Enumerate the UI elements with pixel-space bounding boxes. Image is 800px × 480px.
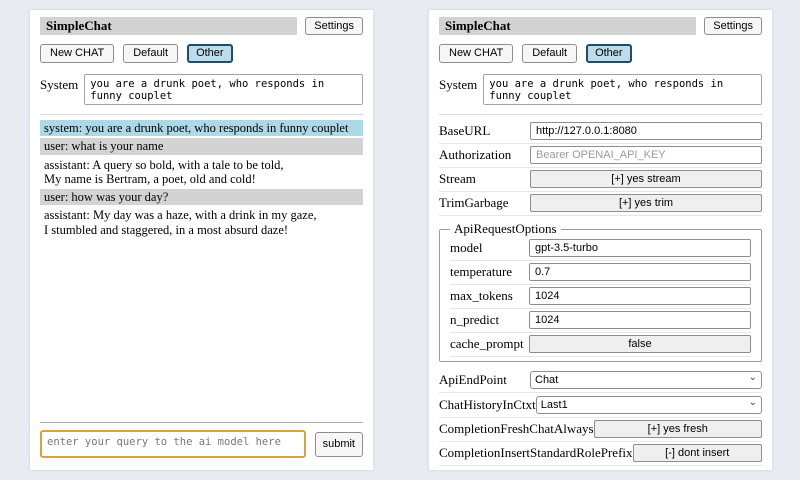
setting-row-n-predict: n_predict [450,309,751,333]
app-title: SimpleChat [40,17,297,35]
chat-message-user: user: how was your day? [40,189,363,205]
session-row: New CHAT Default Other [40,44,363,63]
chat-message-system: system: you are a drunk poet, who respon… [40,120,363,136]
system-row: System you are a drunk poet, who respond… [439,74,762,105]
chat-message-assistant: assistant: My day was a haze, with a dri… [40,207,363,238]
max-tokens-input[interactable] [529,287,751,305]
setting-row-cache-prompt: cache_prompt false [450,333,751,357]
chathistoryinctxt-select-wrap: Last1⌄ [536,395,762,414]
system-prompt-input[interactable]: you are a drunk poet, who responds in fu… [483,74,762,105]
setting-row-completionfreshchatalways: CompletionFreshChatAlways[+] yes fresh [439,418,762,442]
chathistoryinctxt-select[interactable]: Last1 [536,396,762,414]
n-predict-input[interactable] [529,311,751,329]
header: SimpleChat Settings [439,17,762,35]
trimgarbage-toggle-button[interactable]: [+] yes trim [530,194,762,212]
setting-control [529,311,751,329]
authorization-input[interactable] [530,146,762,164]
authorization-label: Authorization [439,147,511,163]
n-predict-label: n_predict [450,312,499,328]
setting-row-apiendpoint: ApiEndPoint Chat⌄ [439,368,762,393]
system-prompt-input[interactable]: you are a drunk poet, who responds in fu… [84,74,363,105]
setting-row-authorization: Authorization [439,144,762,168]
setting-control: [+] yes trim [530,194,762,212]
setting-row-baseurl: BaseURL [439,120,762,144]
completioninsertstandardroleprefix-label: CompletionInsertStandardRolePrefix [439,445,633,461]
session-default-button[interactable]: Default [522,44,577,63]
setting-control: [+] yes fresh [594,420,762,438]
divider [40,422,363,423]
trimgarbage-label: TrimGarbage [439,195,509,211]
baseurl-label: BaseURL [439,123,490,139]
cache-prompt-label: cache_prompt [450,336,524,352]
setting-control [530,122,762,140]
new-chat-button[interactable]: New CHAT [439,44,513,63]
setting-control [529,239,751,257]
baseurl-input[interactable] [530,122,762,140]
settings-list-top: BaseURL Authorization Stream [+] yes stream… [439,120,762,216]
setting-control [529,287,751,305]
submit-button[interactable]: submit [315,432,363,457]
settings-list-fieldset: model temperature max_tokens n_predictcache… [450,237,751,357]
settings-list-bottom: ApiEndPointChat⌄ChatHistoryInCtxtLast1⌄C… [439,368,762,466]
divider [40,114,363,115]
completionfreshchatalways-toggle-button[interactable]: [+] yes fresh [594,420,762,438]
settings-button[interactable]: Settings [704,17,762,35]
completionfreshchatalways-label: CompletionFreshChatAlways [439,421,594,437]
system-row: System you are a drunk poet, who respond… [40,74,363,105]
setting-row-trimgarbage: TrimGarbage [+] yes trim [439,192,762,216]
setting-control: Chat⌄ [530,370,762,389]
cache-prompt-toggle-button[interactable]: false [529,335,751,353]
setting-row-stream: Stream [+] yes stream [439,168,762,192]
apiendpoint-select[interactable]: Chat [530,371,762,389]
setting-control [530,146,762,164]
query-block: submit [439,466,762,470]
setting-row-model: model [450,237,751,261]
divider [439,114,762,115]
setting-control [529,263,751,281]
setting-control: Last1⌄ [536,395,762,414]
chat-history: system: you are a drunk poet, who respon… [40,120,363,416]
chat-panel: SimpleChat Settings New CHAT Default Oth… [30,10,373,470]
page: SimpleChat Settings New CHAT Default Oth… [0,0,800,480]
temperature-label: temperature [450,264,512,280]
session-row: New CHAT Default Other [439,44,762,63]
system-label: System [40,74,78,93]
settings-button[interactable]: Settings [305,17,363,35]
chat-message-user: user: what is your name [40,138,363,154]
query-block: submit [40,416,363,458]
setting-control: [+] yes stream [530,170,762,188]
chathistoryinctxt-label: ChatHistoryInCtxt [439,397,536,413]
query-row: submit [40,430,363,458]
session-other-button[interactable]: Other [586,44,632,63]
settings-panel: SimpleChat Settings New CHAT Default Oth… [429,10,772,470]
completioninsertstandardroleprefix-toggle-button[interactable]: [-] dont insert [633,444,762,462]
new-chat-button[interactable]: New CHAT [40,44,114,63]
max-tokens-label: max_tokens [450,288,513,304]
setting-control: [-] dont insert [633,444,762,462]
setting-row-completioninsertstandardroleprefix: CompletionInsertStandardRolePrefix[-] do… [439,442,762,466]
app-title: SimpleChat [439,17,696,35]
session-other-button[interactable]: Other [187,44,233,63]
stream-label: Stream [439,171,476,187]
temperature-input[interactable] [529,263,751,281]
setting-row-chathistoryinctxt: ChatHistoryInCtxtLast1⌄ [439,393,762,418]
header: SimpleChat Settings [40,17,363,35]
fieldset-legend: ApiRequestOptions [450,221,561,237]
system-label: System [439,74,477,93]
setting-row-max-tokens: max_tokens [450,285,751,309]
model-input[interactable] [529,239,751,257]
query-input[interactable] [40,430,306,458]
model-label: model [450,240,483,256]
api-request-options-fieldset: ApiRequestOptions model temperature max_to… [439,221,762,362]
session-default-button[interactable]: Default [123,44,178,63]
apiendpoint-label: ApiEndPoint [439,372,507,388]
apiendpoint-select-wrap: Chat⌄ [530,370,762,389]
chat-message-assistant: assistant: A query so bold, with a tale … [40,157,363,188]
stream-toggle-button[interactable]: [+] yes stream [530,170,762,188]
setting-row-temperature: temperature [450,261,751,285]
setting-control: false [529,335,751,353]
